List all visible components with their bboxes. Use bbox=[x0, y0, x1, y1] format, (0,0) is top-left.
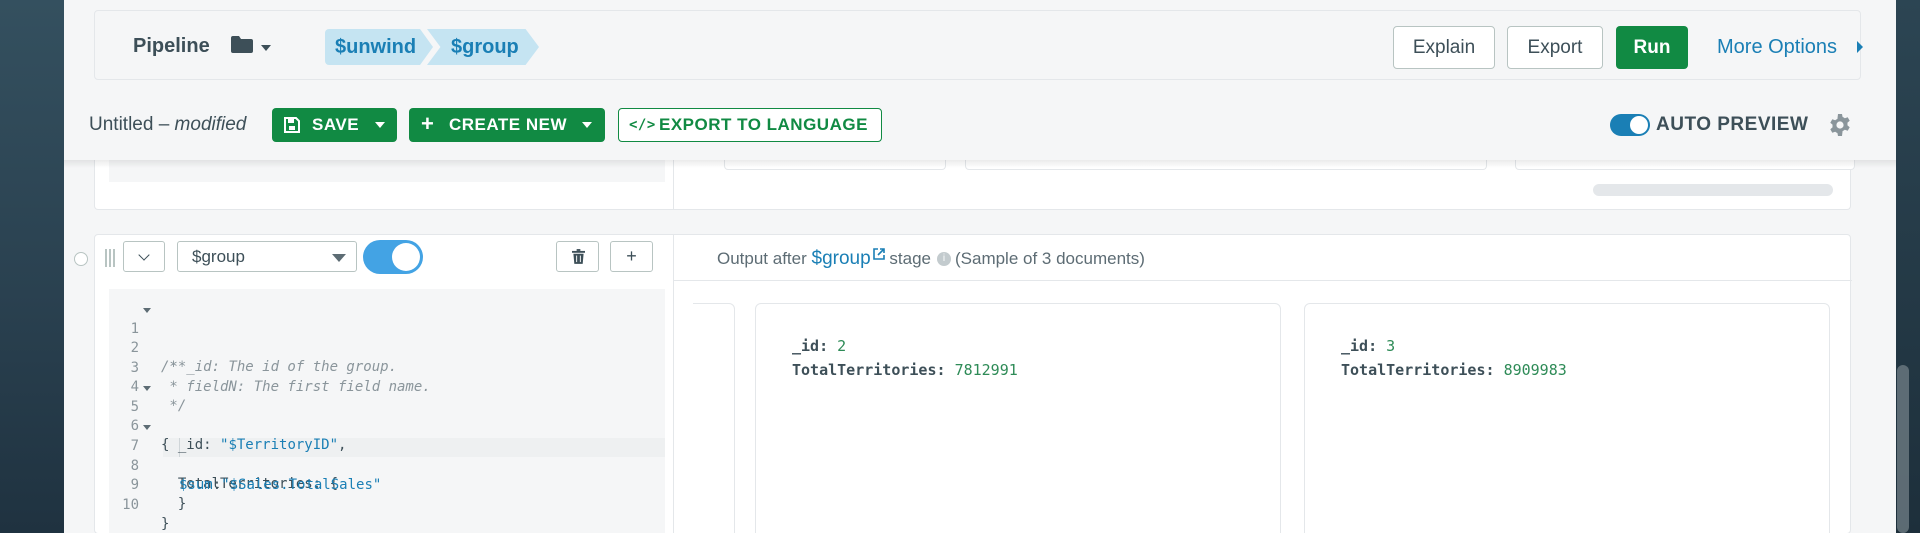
output-stage-suffix: stage bbox=[884, 249, 931, 268]
pipeline-toolbar: Pipeline $unwind $group Explain Export R… bbox=[94, 10, 1863, 80]
collapse-stage-button[interactable] bbox=[123, 241, 165, 272]
code-line: 9 } bbox=[109, 457, 665, 512]
auto-preview-label: AUTO PREVIEW bbox=[1656, 114, 1809, 135]
code-line: 7 TotalTerritories: { bbox=[109, 418, 665, 492]
document-card: _id: 2 TotalTerritories: 7812991 bbox=[755, 303, 1281, 533]
export-to-language-button[interactable]: </> EXPORT TO LANGUAGE bbox=[618, 108, 882, 142]
plus-icon: + bbox=[421, 111, 435, 136]
group-stage-card: $group + 1 /** 2 * _id: The id of the gr… bbox=[94, 234, 1852, 533]
floppy-disk-icon bbox=[284, 117, 300, 133]
chevron-down-icon[interactable] bbox=[375, 122, 385, 128]
code-line: 8 $sum:"$Sales.TotalSales" bbox=[109, 438, 665, 493]
divider bbox=[674, 280, 1852, 281]
code-line: 2 * _id: The id of the group. bbox=[109, 320, 665, 375]
more-options-link[interactable]: More Options bbox=[1717, 36, 1837, 59]
save-button[interactable]: SAVE bbox=[272, 108, 397, 142]
caret-right-icon[interactable] bbox=[1857, 41, 1863, 53]
folder-icon[interactable] bbox=[231, 36, 253, 53]
document-field: TotalTerritories: 7812991 bbox=[792, 361, 1018, 379]
explain-button[interactable]: Explain bbox=[1393, 26, 1495, 69]
stage-operator-value: $group bbox=[192, 247, 245, 266]
document-card: _id: 3 TotalTerritories: 8909983 bbox=[1304, 303, 1830, 533]
create-new-button[interactable]: + CREATE NEW bbox=[409, 108, 605, 142]
desktop-background-left bbox=[0, 0, 64, 533]
header-shadow bbox=[64, 160, 1896, 168]
document-field: _id: 2 bbox=[792, 337, 847, 355]
stage-enabled-toggle[interactable] bbox=[363, 240, 423, 274]
chevron-down-icon bbox=[332, 254, 346, 262]
stage-connector-dot bbox=[74, 252, 88, 266]
document-card-partial bbox=[693, 303, 735, 533]
code-line: 10 } bbox=[109, 477, 665, 532]
horizontal-scrollbar[interactable] bbox=[1593, 184, 1833, 196]
save-label: SAVE bbox=[312, 115, 360, 134]
gear-icon[interactable] bbox=[1828, 113, 1852, 137]
run-button[interactable]: Run bbox=[1616, 26, 1688, 69]
chevron-down-icon[interactable] bbox=[582, 122, 592, 128]
document-field: TotalTerritories: 8909983 bbox=[1341, 361, 1567, 379]
toggle-knob bbox=[392, 243, 420, 271]
stage-pill-unwind[interactable]: $unwind bbox=[325, 29, 433, 65]
sample-count: (Sample of 3 documents) bbox=[954, 249, 1145, 268]
modified-indicator: modified bbox=[174, 114, 247, 135]
fold-arrow-icon[interactable] bbox=[143, 308, 151, 313]
export-to-language-label: EXPORT TO LANGUAGE bbox=[659, 115, 868, 134]
code-line: 3 * fieldN: The first field name. bbox=[109, 340, 665, 395]
toggle-knob bbox=[1630, 116, 1648, 134]
trash-icon bbox=[572, 249, 585, 264]
code-line: 5 { bbox=[109, 379, 665, 453]
auto-preview-toggle[interactable] bbox=[1610, 114, 1650, 136]
code-line: 1 /** bbox=[109, 301, 665, 375]
document-field: _id: 3 bbox=[1341, 337, 1396, 355]
code-text: } bbox=[161, 516, 170, 532]
code-icon: </> bbox=[629, 117, 656, 133]
delete-stage-button[interactable] bbox=[556, 241, 599, 272]
aggregation-pipeline-builder: Pipeline $unwind $group Explain Export R… bbox=[64, 0, 1896, 533]
chevron-down-icon bbox=[138, 249, 150, 261]
fold-arrow-icon[interactable] bbox=[143, 425, 151, 430]
output-prefix: Output after bbox=[717, 249, 812, 268]
export-button[interactable]: Export bbox=[1507, 26, 1603, 69]
stage-operator-select[interactable]: $group bbox=[177, 241, 357, 272]
drag-handle-icon[interactable] bbox=[105, 249, 117, 267]
stage-pill-group[interactable]: $group bbox=[427, 29, 539, 65]
pipeline-name: Untitled – modified bbox=[89, 114, 246, 136]
add-stage-button[interactable]: + bbox=[610, 241, 653, 272]
output-header: Output after $group stage i (Sample of 3 d… bbox=[717, 248, 1145, 270]
info-icon[interactable]: i bbox=[936, 251, 951, 266]
code-line: 4 */ bbox=[109, 359, 665, 414]
window-scrollbar[interactable] bbox=[1897, 365, 1909, 533]
pipeline-title: Untitled bbox=[89, 114, 154, 135]
create-new-label: CREATE NEW bbox=[449, 115, 568, 134]
stage-docs-link[interactable]: $group bbox=[812, 248, 871, 269]
fold-arrow-icon[interactable] bbox=[143, 386, 151, 391]
stage-code-editor[interactable]: 1 /** 2 * _id: The id of the group. 3 * … bbox=[109, 289, 665, 533]
code-line: 6 _id: "$TerritoryID", bbox=[109, 398, 665, 453]
external-link-icon[interactable] bbox=[872, 248, 885, 260]
title-separator: – bbox=[153, 114, 175, 135]
pipeline-label: Pipeline bbox=[133, 35, 210, 57]
line-number: 10 bbox=[122, 497, 139, 513]
chevron-down-icon[interactable] bbox=[261, 45, 271, 51]
